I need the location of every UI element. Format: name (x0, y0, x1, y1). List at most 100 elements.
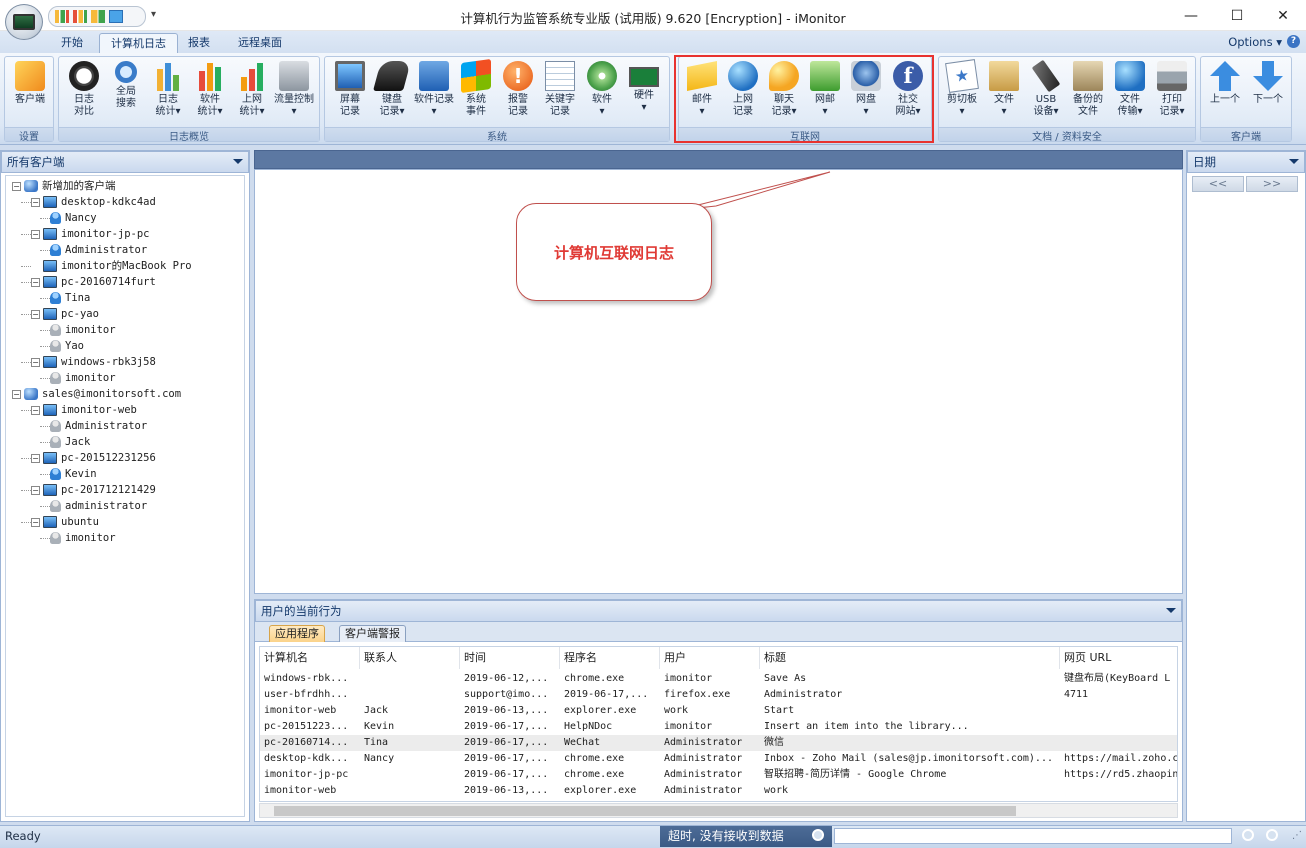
tree-computer-node[interactable]: − imonitor-jp-pc (31, 226, 150, 242)
close-button[interactable]: ✕ (1260, 0, 1306, 31)
file-transfer-button[interactable]: 文件 传输▾ (1109, 61, 1151, 127)
pane-header[interactable]: 所有客户端 (1, 151, 249, 173)
collapse-toggle-icon[interactable]: − (31, 405, 40, 415)
maximize-button[interactable]: ☐ (1214, 0, 1260, 31)
table-cell: Administrator (664, 785, 743, 796)
tree-user-node[interactable]: Administrator (50, 242, 147, 258)
chevron-down-icon[interactable] (233, 159, 243, 164)
collapse-toggle-icon[interactable]: − (12, 181, 21, 191)
table-row[interactable]: windows-rbk... 2019-06-12,... chrome.exe im… (260, 671, 1177, 687)
keyboard-record-button[interactable]: 键盘 记录▾ (371, 61, 413, 127)
screen-record-button[interactable]: 屏幕 记录 (329, 61, 371, 127)
table-row[interactable]: user-bfrdhh... support@imo... 2019-06-17,.… (260, 687, 1177, 703)
zoom-out-icon[interactable] (1242, 829, 1254, 841)
software-button[interactable]: 软件 ▾ (581, 61, 623, 127)
tree-computer-node[interactable]: − pc-201512231256 (31, 450, 156, 466)
status-search-input[interactable] (834, 828, 1232, 844)
tree-group-node[interactable]: − 新增加的客户端 (12, 178, 116, 194)
web-stats-button[interactable]: 上网 统计▾ (231, 61, 273, 127)
options-menu[interactable]: Options ▾ (1228, 35, 1282, 49)
column-header[interactable]: 标题 (760, 647, 1060, 669)
help-icon[interactable]: ? (1287, 35, 1300, 48)
tree-user-node[interactable]: Nancy (50, 210, 97, 226)
tree-user-node[interactable]: Yao (50, 338, 84, 354)
table-row[interactable]: imonitor-web Jack 2019-06-13,... explorer.e… (260, 703, 1177, 719)
system-events-button[interactable]: 系统 事件 (455, 58, 497, 127)
client-button[interactable]: 客户端 (9, 61, 51, 127)
hardware-button[interactable]: 硬件 ▾ (623, 61, 665, 127)
pane-header[interactable]: 日期 (1187, 151, 1305, 173)
tree-user-node[interactable]: Kevin (50, 466, 97, 482)
table-row[interactable]: pc-20151223... Kevin 2019-06-17,... HelpNDo… (260, 719, 1177, 735)
collapse-toggle-icon[interactable]: − (31, 453, 40, 463)
previous-client-button[interactable]: 上一个 (1204, 61, 1246, 127)
tree-user-node[interactable]: imonitor (50, 370, 116, 386)
column-header[interactable]: 时间 (460, 647, 560, 669)
tab-remote-desktop[interactable]: 远程桌面 (227, 33, 293, 54)
tree-group-node[interactable]: − sales@imonitorsoft.com (12, 386, 181, 402)
tab-start[interactable]: 开始 (50, 33, 94, 54)
scrollbar-thumb[interactable] (274, 806, 1016, 816)
zoom-in-icon[interactable] (1266, 829, 1278, 841)
traffic-control-button[interactable]: 流量控制 ▾ (273, 61, 315, 127)
tree-user-node[interactable]: imonitor (50, 530, 116, 546)
next-month-button[interactable]: >> (1246, 176, 1298, 192)
collapse-toggle-icon[interactable]: − (12, 389, 21, 399)
app-logo-icon[interactable] (5, 4, 43, 40)
column-header[interactable]: 计算机名 (260, 647, 360, 669)
tree-computer-node[interactable]: − pc-20160714furt (31, 274, 156, 290)
tree-user-node[interactable]: administrator (50, 498, 147, 514)
usb-device-button[interactable]: USB 设备▾ (1025, 59, 1067, 127)
alarm-record-button[interactable]: ! 报警 记录 (497, 61, 539, 127)
prev-month-button[interactable]: << (1192, 176, 1244, 192)
tree-user-node[interactable]: Administrator (50, 418, 147, 434)
backup-files-button[interactable]: 备份的 文件 (1067, 61, 1109, 127)
chevron-down-icon[interactable] (1289, 159, 1299, 164)
column-header[interactable]: 网页 URL (1060, 647, 1177, 669)
tree-computer-node[interactable]: imonitor的MacBook Pro (31, 258, 192, 274)
column-header[interactable]: 联系人 (360, 647, 460, 669)
collapse-toggle-icon[interactable]: − (31, 357, 40, 367)
table-row[interactable]: pc-20160714... Tina 2019-06-17,... WeChat Ad… (260, 735, 1177, 751)
table-row[interactable]: imonitor-jp-pc 2019-06-17,... chrome.exe Ad… (260, 767, 1177, 783)
software-record-button[interactable]: 软件记录 ▾ (413, 61, 455, 127)
clipboard-button[interactable]: ★ 剪切板 ▾ (941, 59, 983, 127)
tab-client-alerts[interactable]: 客户端警报 (339, 625, 406, 642)
column-header[interactable]: 用户 (660, 647, 760, 669)
table-row[interactable]: imonitor-web 2019-06-13,... explorer.exe Ad… (260, 783, 1177, 799)
resize-grip-icon[interactable]: ⋰ (1292, 830, 1302, 841)
tab-computer-log[interactable]: 计算机日志 (99, 33, 178, 54)
print-record-button[interactable]: 打印 记录▾ (1151, 61, 1193, 127)
tree-computer-node[interactable]: − imonitor-web (31, 402, 137, 418)
tree-computer-node[interactable]: − pc-yao (31, 306, 99, 322)
global-search-button[interactable]: 全局 搜索 (105, 61, 147, 127)
collapse-toggle-icon[interactable]: − (31, 197, 40, 207)
software-stats-button[interactable]: 软件 统计▾ (189, 61, 231, 127)
next-client-button[interactable]: 下一个 (1247, 61, 1289, 127)
tree-computer-node[interactable]: − desktop-kdkc4ad (31, 194, 156, 210)
collapse-toggle-icon[interactable]: − (31, 485, 40, 495)
collapse-toggle-icon[interactable]: − (31, 229, 40, 239)
collapse-toggle-icon[interactable]: − (31, 309, 40, 319)
search-icon[interactable] (812, 829, 824, 841)
collapse-toggle-icon[interactable]: − (31, 277, 40, 287)
tree-user-node[interactable]: Jack (50, 434, 90, 450)
log-stats-button[interactable]: 日志 统计▾ (147, 61, 189, 127)
chevron-down-icon[interactable] (1166, 608, 1176, 613)
tree-computer-node[interactable]: − windows-rbk3j58 (31, 354, 156, 370)
collapse-toggle-icon[interactable]: − (31, 517, 40, 527)
table-row[interactable]: desktop-kdk... Nancy 2019-06-17,... chrome.… (260, 751, 1177, 767)
pane-header[interactable]: 用户的当前行为 (255, 600, 1182, 622)
tab-applications[interactable]: 应用程序 (269, 625, 325, 642)
tree-user-node[interactable]: Tina (50, 290, 90, 306)
tree-user-node[interactable]: imonitor (50, 322, 116, 338)
tab-reports[interactable]: 报表 (177, 33, 221, 54)
file-button[interactable]: 文件 ▾ (983, 61, 1025, 127)
horizontal-scrollbar[interactable] (259, 803, 1178, 818)
tree-computer-node[interactable]: − ubuntu (31, 514, 99, 530)
column-header[interactable]: 程序名 (560, 647, 660, 669)
tree-computer-node[interactable]: − pc-201712121429 (31, 482, 156, 498)
minimize-button[interactable]: — (1168, 0, 1214, 31)
keyword-record-button[interactable]: 关键字 记录 (539, 61, 581, 127)
log-compare-button[interactable]: 日志 对比 (63, 61, 105, 127)
